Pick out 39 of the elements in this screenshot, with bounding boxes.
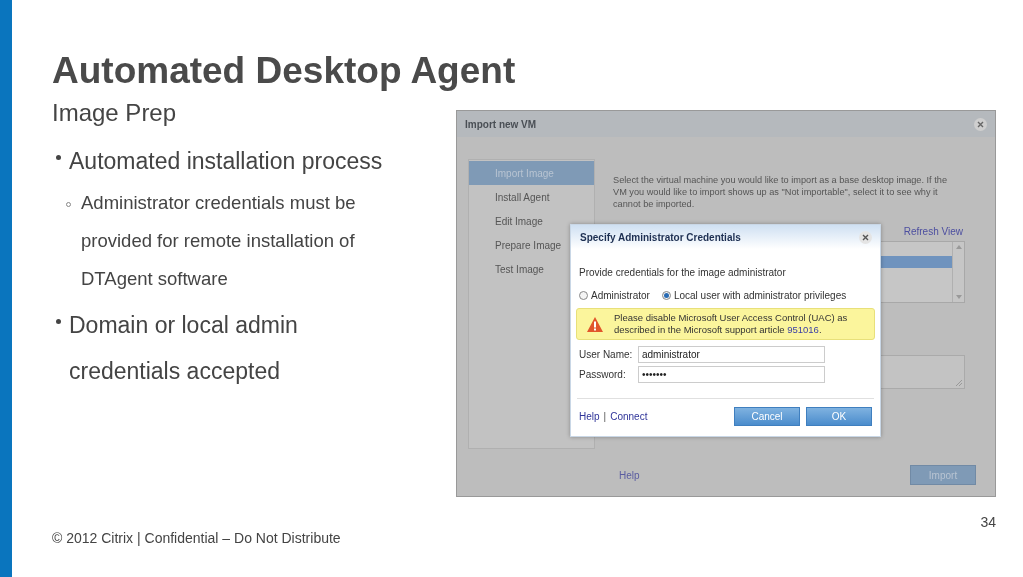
slide-subtitle: Image Prep — [52, 98, 178, 128]
scrollbar[interactable] — [952, 242, 964, 302]
footer-text: © 2012 Citrix | Confidential – Do Not Distribute — [52, 529, 341, 548]
radio-icon[interactable] — [661, 291, 671, 300]
page-number: 34 — [980, 513, 996, 532]
account-type-radio[interactable]: Local user with administrator privileges — [661, 288, 847, 303]
cancel-button[interactable]: Cancel — [734, 406, 800, 426]
step-item[interactable]: Install Agent — [469, 185, 594, 209]
input-field[interactable]: ••••••• — [638, 366, 825, 383]
help-link[interactable]: Help — [619, 467, 640, 483]
ok-button[interactable]: OK — [806, 406, 872, 426]
step-item[interactable]: Edit Image — [469, 209, 594, 233]
slide-title: Automated Desktop Agent — [52, 49, 516, 93]
scroll-up-icon[interactable] — [955, 245, 962, 249]
bullet-icon — [56, 319, 61, 324]
bullet-text: Automated installation process — [69, 147, 384, 176]
bullet-text: Domain or local admin credentials accepted — [69, 311, 299, 386]
dialog-title: Specify Administrator Credentials — [580, 230, 741, 245]
close-icon[interactable] — [974, 117, 987, 131]
link-separator: | — [603, 409, 607, 424]
dialog-prompt: Provide credentials for the image administrator — [579, 266, 787, 280]
connect-link[interactable]: Connect — [610, 408, 648, 424]
instructions-text: Select the virtual machine you would like to import as a base desktop image. If the VM you would like to import shows up as "Not importable", select it to see why it cannot be imported. — [613, 174, 948, 210]
input-field[interactable]: administrator — [638, 346, 825, 363]
sub-bullet-text: Administrator credentials must be provided for remote installation of DTAgent software — [81, 191, 357, 291]
warning-text: Please disable Microsoft User Access Control (UAC) as described in the Microsoft support article 951016. — [614, 312, 849, 336]
field-label: User Name: — [579, 348, 634, 362]
article-link[interactable]: 951016 — [787, 324, 819, 335]
bullet-icon — [56, 155, 61, 160]
window-title: Import new VM — [465, 117, 537, 132]
refresh-link[interactable]: Refresh View — [903, 224, 963, 239]
scroll-down-icon[interactable] — [955, 295, 962, 299]
resize-grip-icon[interactable] — [956, 380, 962, 386]
radio-icon[interactable] — [579, 291, 588, 300]
close-icon[interactable] — [859, 230, 872, 244]
account-type-radio[interactable]: Administrator — [579, 288, 650, 303]
warning-icon — [587, 316, 603, 332]
field-label: Password: — [579, 368, 627, 382]
help-link[interactable]: Help — [579, 408, 600, 424]
